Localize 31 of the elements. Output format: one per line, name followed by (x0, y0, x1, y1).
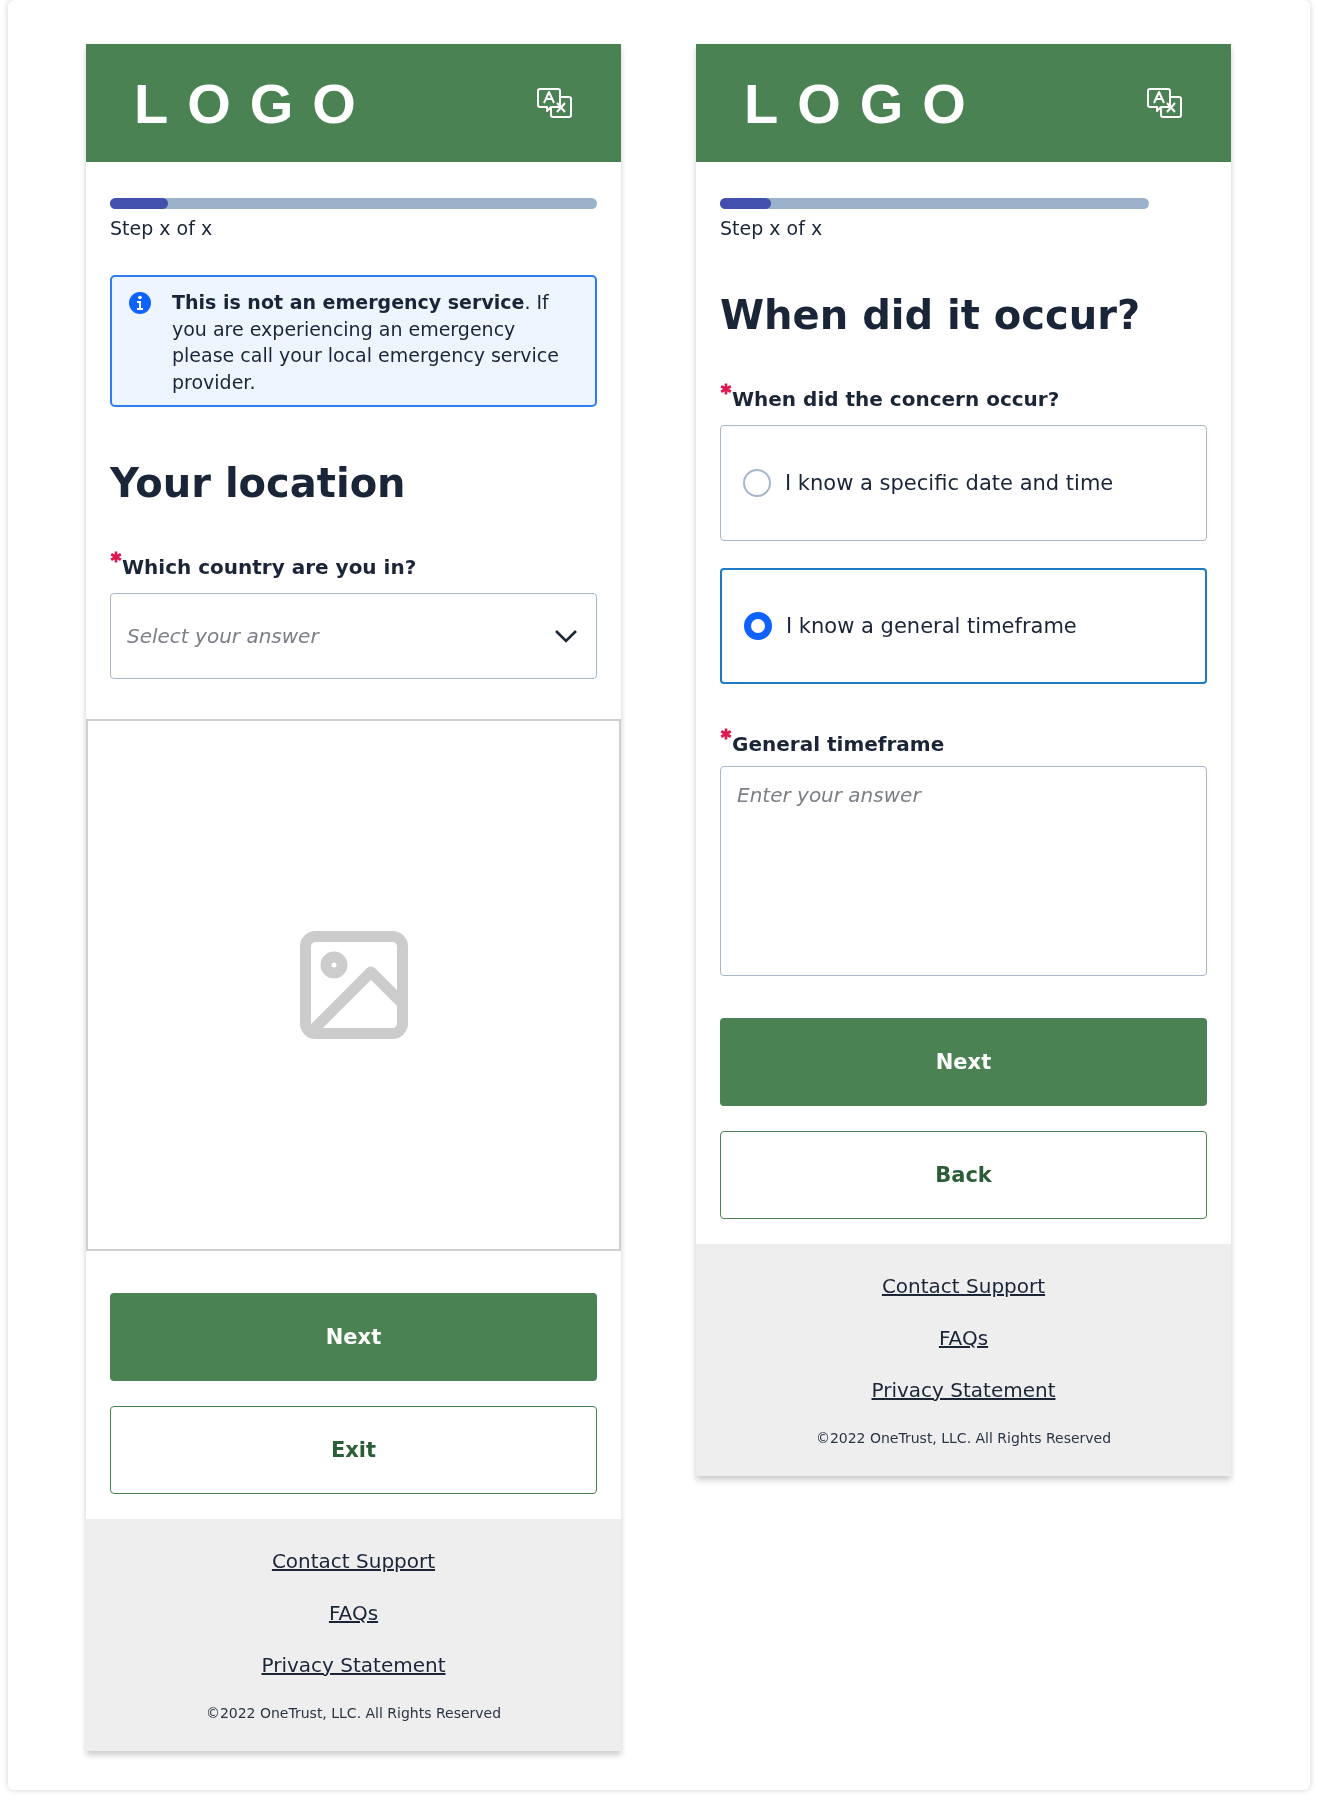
info-icon (128, 291, 152, 315)
field-label: When did the concern occur? (732, 386, 1060, 413)
step-label: Step x of x (720, 217, 824, 239)
logo: LOGO (134, 70, 375, 136)
footer-link[interactable]: Contact Support (881, 1274, 1046, 1298)
page-heading: Your location (110, 459, 407, 507)
next-button[interactable]: Next (110, 1293, 597, 1381)
country-dropdown[interactable]: Select your answer (110, 593, 597, 679)
footer-link[interactable]: Privacy Statement (871, 1378, 1056, 1402)
image-icon (299, 931, 408, 1039)
logo: LOGO (744, 70, 985, 136)
page-heading: When did it occur? (720, 291, 1142, 339)
footer-link[interactable]: Contact Support (271, 1549, 436, 1573)
radio-option[interactable]: I know a specific date and time (720, 425, 1207, 541)
radio-option[interactable]: I know a general timeframe (720, 568, 1207, 684)
footer-link[interactable]: FAQs (938, 1326, 989, 1350)
footer-link[interactable]: Privacy Statement (261, 1653, 446, 1677)
answer-textarea[interactable]: Enter your answer (720, 766, 1207, 976)
step-label: Step x of x (110, 217, 214, 239)
secondary-button[interactable]: Back (720, 1131, 1207, 1219)
field-label: Which country are you in? (122, 554, 417, 581)
field-label: General timeframe (732, 731, 945, 758)
copyright-text: ©2022 OneTrust, LLC. All Rights Reserved (205, 1705, 502, 1721)
translate-icon[interactable] (537, 87, 573, 119)
chevron-down-icon (554, 629, 578, 643)
secondary-button[interactable]: Exit (110, 1406, 597, 1494)
translate-icon[interactable] (1147, 87, 1183, 119)
copyright-text: ©2022 OneTrust, LLC. All Rights Reserved (815, 1430, 1112, 1446)
next-button[interactable]: Next (720, 1018, 1207, 1106)
notice-text: This is not an emergency service. If you are experiencing an emergency please call your local emergency service provider. (172, 290, 560, 395)
footer-link[interactable]: FAQs (328, 1601, 379, 1625)
